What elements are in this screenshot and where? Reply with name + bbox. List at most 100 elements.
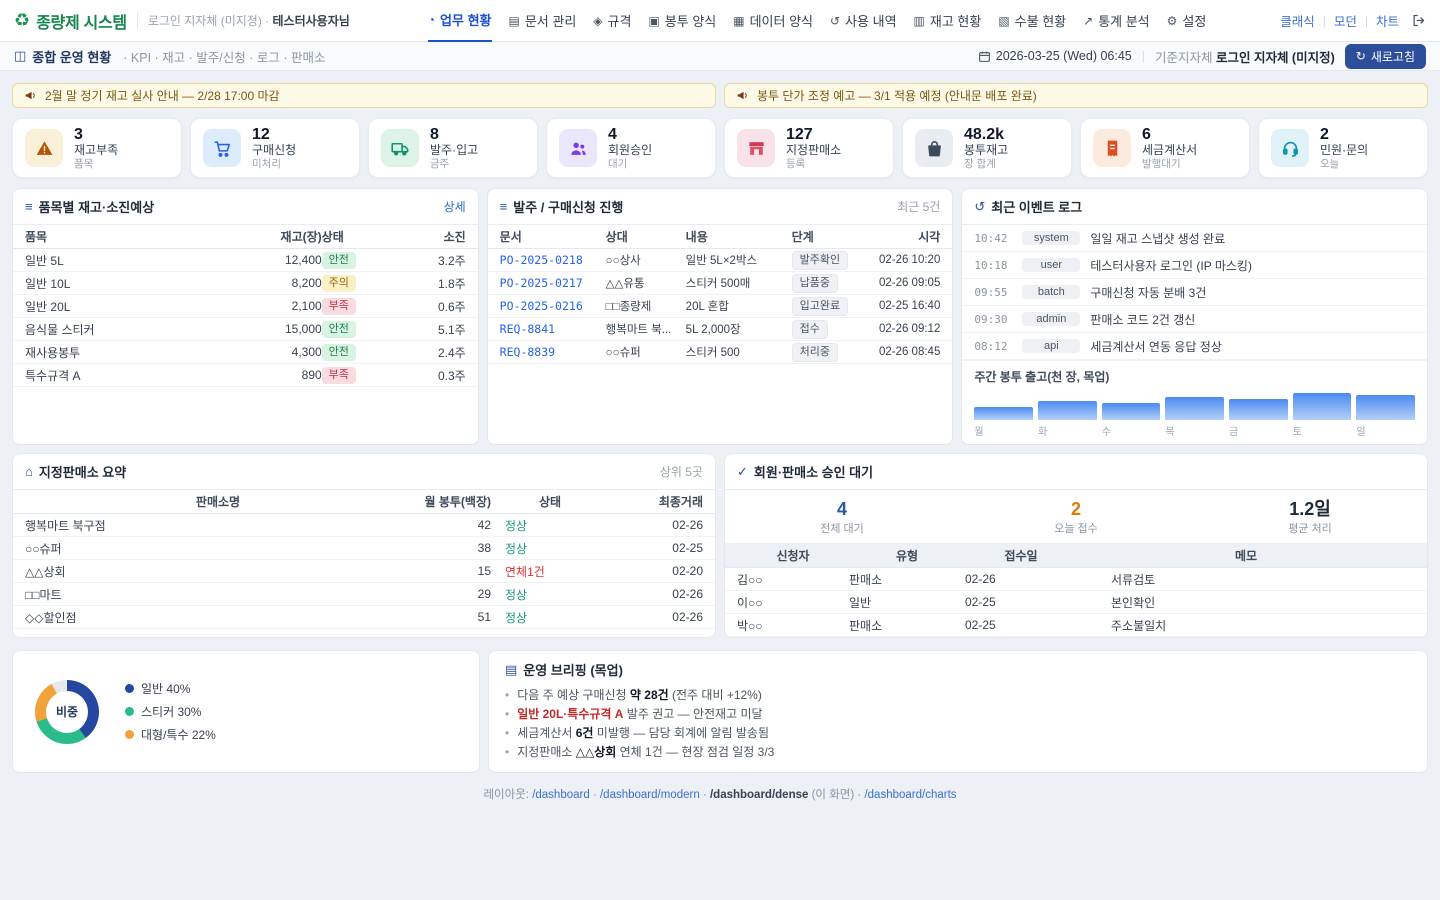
legend-item: 일반 40%: [125, 680, 216, 697]
table-row: REQ-8839○○슈퍼스티커 500처리중02-26 08:45: [488, 341, 953, 364]
user-check-icon: ✓: [737, 464, 748, 480]
panel-title: 회원·판매소 승인 대기: [754, 462, 873, 481]
base-org-value: 로그인 지자체 (미지정): [1216, 51, 1335, 65]
breadcrumb: · KPI · 재고 · 발주/신청 · 로그 · 판매소: [123, 47, 325, 66]
kpi-sub: 금주: [430, 158, 478, 171]
doc-link[interactable]: PO-2025-0218: [500, 253, 606, 267]
cart-icon: [203, 129, 241, 167]
doc-link[interactable]: REQ-8839: [500, 345, 606, 359]
kpi-value: 4: [608, 126, 652, 143]
panel-title: 발주 / 구매신청 진행: [513, 197, 623, 216]
doc-link[interactable]: REQ-8841: [500, 322, 606, 336]
kpi-label: 세금계산서: [1142, 143, 1197, 158]
kpi-sub: 오늘: [1320, 158, 1368, 171]
notice-banner: 2월 말 정기 재고 실사 안내 — 2/28 17:00 마감: [12, 83, 716, 108]
truck-icon: [381, 129, 419, 167]
legend-item: 대형/특수 22%: [125, 726, 216, 743]
view-link-modern[interactable]: 모던: [1334, 11, 1357, 30]
table-row: 행복마트 북구점42정상02-26: [13, 514, 715, 537]
stat-avg-processing: 1.2일평균 처리: [1193, 498, 1427, 536]
table-row: □□마트29정상02-26: [13, 583, 715, 606]
bar-axis-label: 목: [1165, 423, 1224, 438]
nav-item-settings[interactable]: ⚙ 설정: [1167, 0, 1207, 42]
doc-link[interactable]: PO-2025-0216: [500, 299, 606, 313]
briefing-item: •세금계산서 6건 미발행 — 담당 회계에 알림 발송됨: [505, 724, 1411, 743]
view-link-chart[interactable]: 차트: [1376, 11, 1399, 30]
table-row: 일반 10L8,200주의1.8주: [13, 272, 478, 295]
kpi-label: 회원승인: [608, 143, 652, 158]
nav-item-data-forms[interactable]: ▦ 데이터 양식: [733, 0, 813, 42]
table-row: PO-2025-0217△△유통스티커 500매납품중02-26 09:05: [488, 272, 953, 295]
table-header: 문서상대내용단계시각: [488, 225, 953, 249]
footer-link-modern[interactable]: /dashboard/modern: [600, 789, 700, 801]
kpi-label: 지정판매소: [786, 143, 841, 158]
bar-axis-label: 토: [1293, 423, 1352, 438]
notice-text: 2월 말 정기 재고 실사 안내 — 2/28 17:00 마감: [45, 87, 280, 104]
table-row: 박○○판매소02-25주소불일치: [725, 614, 1427, 637]
share-donut-chart: 비중: [35, 680, 99, 744]
nav-item-dashboard[interactable]: ◔ 업무 현황: [428, 0, 492, 42]
chart-icon: ↗: [1083, 14, 1093, 28]
nav-label: 수불 현황: [1015, 11, 1066, 30]
event-log-panel: ↺ 최근 이벤트 로그 10:42system일일 재고 스냅샷 생성 완료 1…: [961, 188, 1428, 445]
kpi-card-purchase-requests: 12 구매신청 미처리: [190, 118, 360, 178]
nav-label: 재고 현황: [930, 11, 981, 30]
store-status: 정상: [491, 517, 609, 534]
nav-item-bag-forms[interactable]: ▣ 봉투 양식: [648, 0, 716, 42]
tasks-icon: ≡: [500, 199, 508, 214]
kpi-row: 3 재고부족 품목 12 구매신청 미처리 8 발주·입고 금주 4: [12, 118, 1428, 178]
history-icon: ↺: [974, 199, 985, 215]
store-status: 연체1건: [491, 563, 609, 580]
share-legend: 일반 40%스티커 30%대형/특수 22%: [125, 680, 216, 743]
nav-item-specs[interactable]: ◈ 규격: [593, 0, 631, 42]
kpi-card-bag-stock: 48.2k 봉투재고 장 합계: [902, 118, 1072, 178]
footer-link-dashboard[interactable]: /dashboard: [532, 789, 590, 801]
table-header: 신청자유형접수일메모: [725, 544, 1427, 568]
nav-label: 문서 관리: [525, 11, 576, 30]
spec-icon: ◈: [593, 14, 602, 28]
view-link-classic[interactable]: 클래식: [1280, 11, 1315, 30]
datetime: 2026-03-25 (Wed) 06:45: [978, 49, 1132, 63]
stores-meta: 상위 5곳: [660, 463, 703, 480]
kpi-label: 민원·문의: [1320, 143, 1368, 158]
nav-item-statistics[interactable]: ↗ 통계 분석: [1083, 0, 1150, 42]
legend-dot-icon: [125, 730, 134, 739]
footer-link-charts[interactable]: /dashboard/charts: [864, 789, 956, 801]
store-status: 정상: [491, 609, 609, 626]
share-panel: 비중 일반 40%스티커 30%대형/특수 22%: [12, 650, 480, 773]
nav-item-usage-history[interactable]: ↺ 사용 내역: [830, 0, 897, 42]
nav-item-ledger[interactable]: ▧ 수불 현황: [998, 0, 1066, 42]
stage-badge: 접수: [792, 320, 828, 339]
nav-item-inventory-status[interactable]: ▥ 재고 현황: [914, 0, 982, 42]
inventory-detail-link[interactable]: 상세: [444, 198, 466, 215]
logout-icon[interactable]: [1411, 13, 1426, 28]
bar-axis-label: 금: [1229, 423, 1288, 438]
bag-icon: [915, 129, 953, 167]
table-row: ◇◇할인점51정상02-26: [13, 606, 715, 629]
status-badge: 부족: [322, 367, 356, 384]
chart-title: 주간 봉투 출고(천 장, 목업): [974, 368, 1415, 385]
refresh-button[interactable]: ↻ 새로고침: [1345, 44, 1426, 69]
bar-월: [974, 393, 1033, 420]
table-row: 김○○판매소02-26서류검토: [725, 568, 1427, 591]
bar-axis-label: 수: [1102, 423, 1161, 438]
status-badge: 부족: [322, 298, 356, 315]
gauge-icon: ◔: [428, 13, 435, 27]
kpi-sub: 장 합계: [964, 158, 1008, 171]
kpi-card-member-approvals: 4 회원승인 대기: [546, 118, 716, 178]
briefing-item: •지정판매소 △△상회 연체 1건 — 현장 점검 일정 3/3: [505, 743, 1411, 762]
kpi-value: 12: [252, 126, 296, 143]
legend-label: 대형/특수 22%: [141, 726, 216, 743]
legend-dot-icon: [125, 684, 134, 693]
nav-item-documents[interactable]: ▤ 문서 관리: [509, 0, 577, 42]
layout-grid-icon: ◫: [14, 48, 26, 64]
store-status: 정상: [491, 540, 609, 557]
users-icon: [559, 129, 597, 167]
refresh-label: 새로고침: [1371, 48, 1415, 65]
login-context: 로그인 지자체 (미지정) · 테스터사용자님: [137, 12, 350, 29]
login-context-label: 로그인 지자체 (미지정) ·: [148, 14, 269, 28]
doc-link[interactable]: PO-2025-0217: [500, 276, 606, 290]
donut-center-label: 비중: [46, 691, 88, 733]
footer-label: 레이아웃:: [483, 789, 529, 801]
stage-badge: 입고완료: [792, 297, 848, 316]
